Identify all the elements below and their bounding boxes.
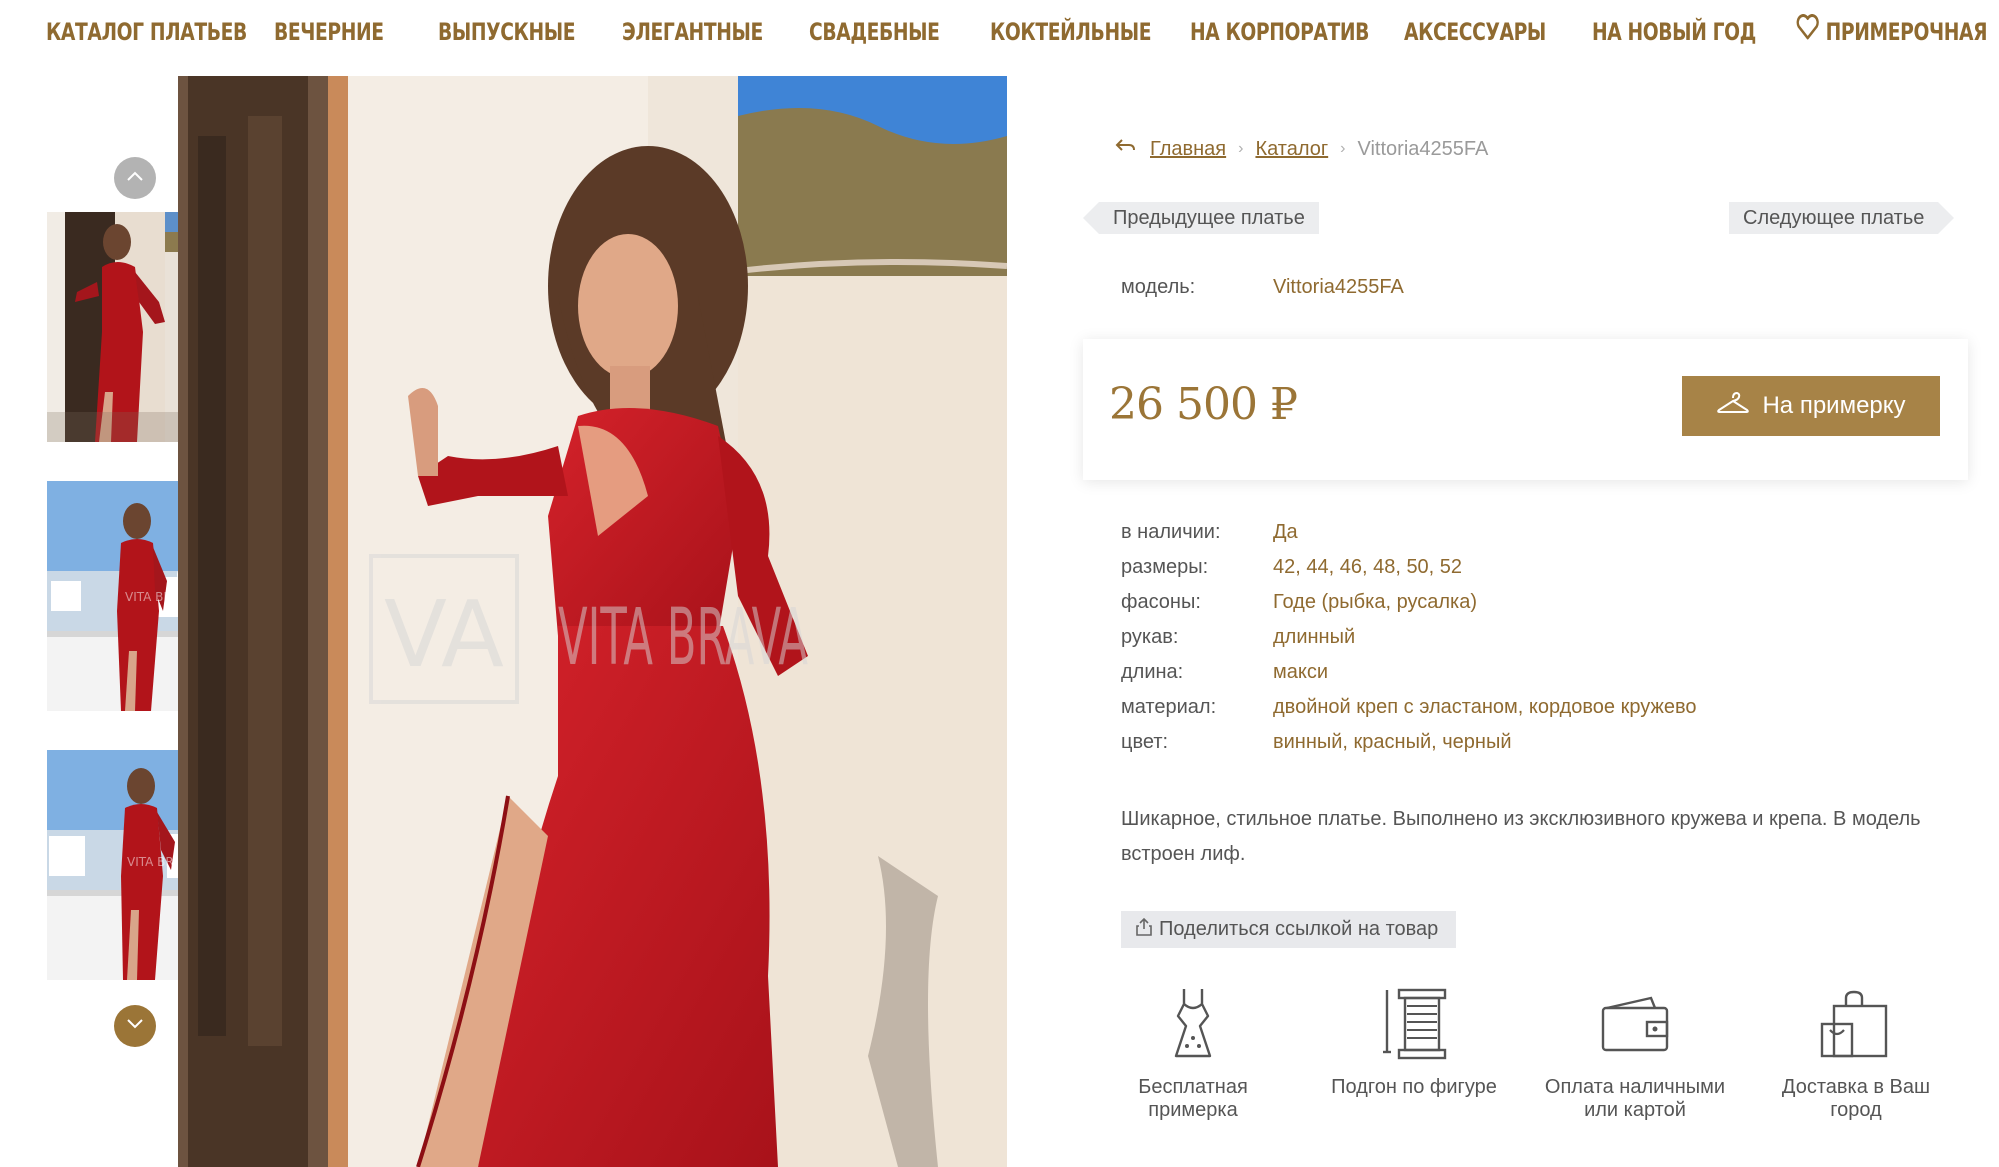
spec-row-length: длина: макси: [1121, 655, 1697, 690]
feature-label: Подгон по фигуре: [1331, 1076, 1497, 1098]
chevron-up-icon: [126, 169, 144, 187]
watermark-logo: VA: [384, 581, 504, 688]
nav-item-accessories[interactable]: АКСЕССУАРЫ: [1404, 14, 1546, 50]
spec-key: в наличии:: [1121, 521, 1221, 543]
wallet-icon: [1535, 986, 1735, 1062]
share-label: Поделиться ссылкой на товар: [1159, 918, 1439, 940]
feature-free-fitting: Бесплатная примерка: [1093, 986, 1293, 1122]
feature-payment: Оплата наличными или картой: [1535, 986, 1735, 1122]
spec-key: фасоны:: [1121, 591, 1201, 613]
spec-row-material: материал: двойной креп с эластаном, корд…: [1121, 690, 1697, 725]
back-arrow-icon[interactable]: [1114, 136, 1138, 162]
nav-item-new-year[interactable]: НА НОВЫЙ ГОД: [1592, 14, 1756, 50]
feature-tailoring: Подгон по фигуре: [1314, 986, 1514, 1099]
hanger-icon: [1716, 390, 1750, 423]
nav-item-wedding[interactable]: СВАДЕБНЫЕ: [809, 14, 940, 50]
main-photo-image: VA VITA BRAVA: [178, 76, 1007, 1167]
model-value: Vittoria4255FA: [1273, 276, 1404, 298]
breadcrumb-current: Vittoria4255FA: [1357, 137, 1489, 160]
breadcrumb: Главная › Каталог › Vittoria4255FA: [1114, 134, 1488, 164]
breadcrumb-separator: ›: [1238, 140, 1244, 157]
dress-icon: [1093, 986, 1293, 1062]
spec-row-styles: фасоны: Годе (рыбка, русалка): [1121, 585, 1697, 620]
model-row: модель: Vittoria4255FA: [1121, 272, 1404, 302]
spec-row-color: цвет: винный, красный, черный: [1121, 725, 1697, 760]
fitting-room-label: ПРИМЕРОЧНАЯ: [1825, 18, 1988, 46]
feature-delivery: Доставка в Ваш город: [1756, 986, 1956, 1122]
spec-key: размеры:: [1121, 556, 1209, 578]
spec-row-sleeve: рукав: длинный: [1121, 620, 1697, 655]
spec-value[interactable]: длинный: [1273, 620, 1355, 655]
nav-item-elegant[interactable]: ЭЛЕГАНТНЫЕ: [622, 14, 763, 50]
thread-spool-icon: [1314, 986, 1514, 1062]
chevron-down-icon: [126, 1017, 144, 1035]
spec-key: материал:: [1121, 696, 1217, 718]
share-link-button[interactable]: Поделиться ссылкой на товар: [1121, 911, 1457, 948]
specs-list: в наличии: Да размеры: 42, 44, 46, 48, 5…: [1121, 515, 1697, 760]
nav-item-evening[interactable]: ВЕЧЕРНИЕ: [274, 14, 384, 50]
nav-item-prom[interactable]: ВЫПУСКНЫЕ: [438, 14, 576, 50]
feature-label: Оплата наличными или картой: [1544, 1076, 1726, 1121]
heart-icon: [1796, 14, 1819, 50]
nav-item-corporate[interactable]: НА КОРПОРАТИВ: [1190, 14, 1369, 50]
spec-key: цвет:: [1121, 731, 1169, 753]
thumbnails-up-button[interactable]: [114, 157, 156, 199]
spec-value: Да: [1273, 521, 1298, 543]
spec-value[interactable]: винный, красный, черный: [1273, 725, 1512, 760]
top-navigation: КАТАЛОГ ПЛАТЬЕВ ВЕЧЕРНИЕ ВЫПУСКНЫЕ ЭЛЕГА…: [0, 0, 1999, 66]
nav-item-fitting-room[interactable]: ПРИМЕРОЧНАЯ: [1796, 14, 1988, 50]
price-card: 26 500 ₽ На примерку: [1083, 339, 1968, 480]
feature-label: Бесплатная примерка: [1138, 1076, 1248, 1121]
spec-row-sizes: размеры: 42, 44, 46, 48, 50, 52: [1121, 550, 1697, 585]
model-label: модель:: [1121, 276, 1196, 298]
breadcrumb-separator: ›: [1340, 140, 1346, 157]
spec-value[interactable]: Годе (рыбка, русалка): [1273, 585, 1477, 620]
share-icon: [1135, 917, 1153, 943]
product-price: 26 500 ₽: [1109, 379, 1298, 430]
product-description: Шикарное, стильное платье. Выполнено из …: [1121, 808, 1921, 865]
spec-key: длина:: [1121, 661, 1184, 683]
previous-dress-button[interactable]: Предыдущее платье: [1083, 202, 1319, 234]
breadcrumb-catalog-link[interactable]: Каталог: [1255, 138, 1328, 161]
breadcrumb-home-link[interactable]: Главная: [1150, 138, 1226, 161]
spec-value[interactable]: 42, 44, 46, 48, 50, 52: [1273, 550, 1462, 585]
next-dress-button[interactable]: Следующее платье: [1729, 202, 1955, 234]
spec-row-availability: в наличии: Да: [1121, 515, 1697, 550]
nav-item-cocktail[interactable]: КОКТЕЙЛЬНЫЕ: [990, 14, 1152, 50]
watermark-text: VITA BRAVA: [558, 593, 808, 683]
try-on-button[interactable]: На примерку: [1682, 376, 1940, 436]
main-product-photo[interactable]: VA VITA BRAVA: [178, 76, 1007, 1167]
spec-value[interactable]: макси: [1273, 655, 1328, 690]
spec-value[interactable]: двойной креп с эластаном, кордовое круже…: [1273, 690, 1697, 725]
shopping-bag-icon: [1756, 986, 1956, 1062]
feature-label: Доставка в Ваш город: [1781, 1076, 1931, 1121]
thumbnails-down-button[interactable]: [114, 1005, 156, 1047]
try-on-label: На примерку: [1762, 392, 1906, 419]
spec-key: рукав:: [1121, 626, 1179, 648]
nav-item-catalog[interactable]: КАТАЛОГ ПЛАТЬЕВ: [46, 14, 247, 50]
